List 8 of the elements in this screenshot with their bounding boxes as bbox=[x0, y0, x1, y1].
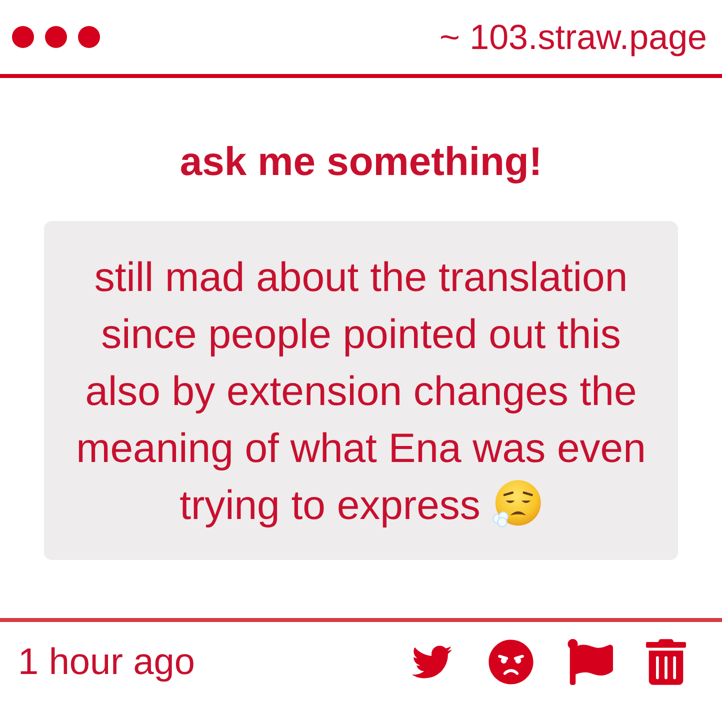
prompt-title: ask me something! bbox=[180, 140, 542, 184]
question-text: trying to express bbox=[180, 481, 480, 530]
exhaling-face-emoji-icon bbox=[492, 478, 542, 528]
flag-icon[interactable] bbox=[567, 638, 613, 684]
timestamp: 1 hour ago bbox=[18, 643, 195, 680]
angry-face-icon[interactable] bbox=[488, 638, 534, 684]
page-url: ~ 103.straw.page bbox=[439, 20, 707, 54]
delete-trash-icon[interactable] bbox=[646, 638, 686, 684]
